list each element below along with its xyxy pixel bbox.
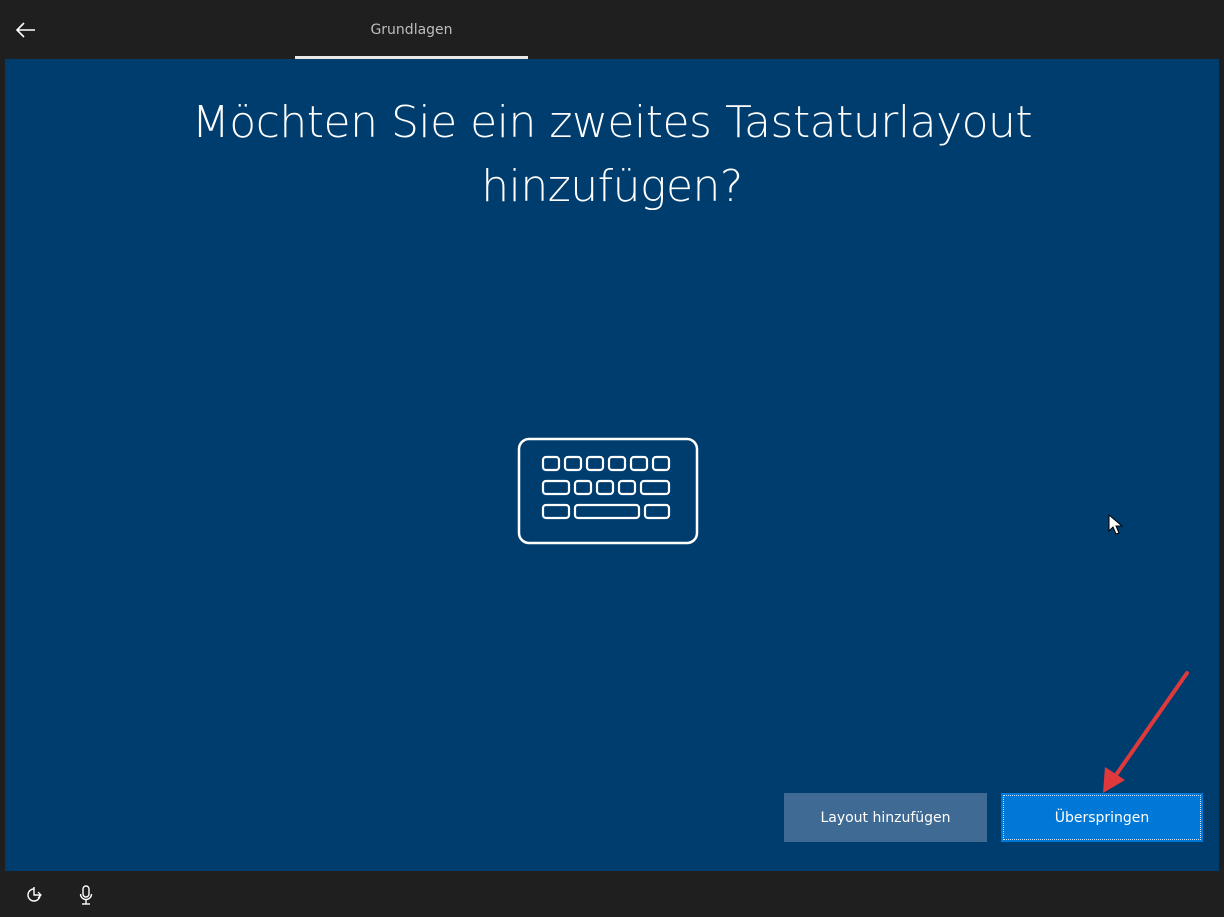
- main-panel: Möchten Sie ein zweites Tastaturlayout h…: [5, 59, 1219, 871]
- keyboard-icon: [517, 437, 699, 545]
- add-layout-button[interactable]: Layout hinzufügen: [784, 793, 987, 842]
- skip-button[interactable]: Überspringen: [1001, 793, 1203, 842]
- bottom-bar: [0, 871, 1224, 917]
- page-title-line-1: Möchten Sie ein zweites Tastaturlayout: [191, 97, 1033, 148]
- microphone-button[interactable]: [74, 883, 98, 907]
- ease-of-access-icon: [27, 887, 42, 902]
- microphone-icon: [79, 885, 93, 905]
- back-button[interactable]: [8, 14, 44, 46]
- mouse-cursor-icon: [1108, 514, 1124, 535]
- setup-window: Grundlagen Möchten Sie ein zweites Tasta…: [0, 0, 1224, 917]
- top-bar: Grundlagen: [0, 0, 1224, 59]
- red-arrow-annotation: [1103, 671, 1189, 793]
- page-title-line-2: hinzufügen?: [481, 161, 743, 212]
- ease-of-access-button[interactable]: [22, 883, 46, 907]
- tab-grundlagen: Grundlagen: [370, 21, 453, 38]
- page-title: Möchten Sie ein zweites Tastaturlayout h…: [5, 91, 1219, 219]
- back-arrow-icon: [16, 22, 35, 38]
